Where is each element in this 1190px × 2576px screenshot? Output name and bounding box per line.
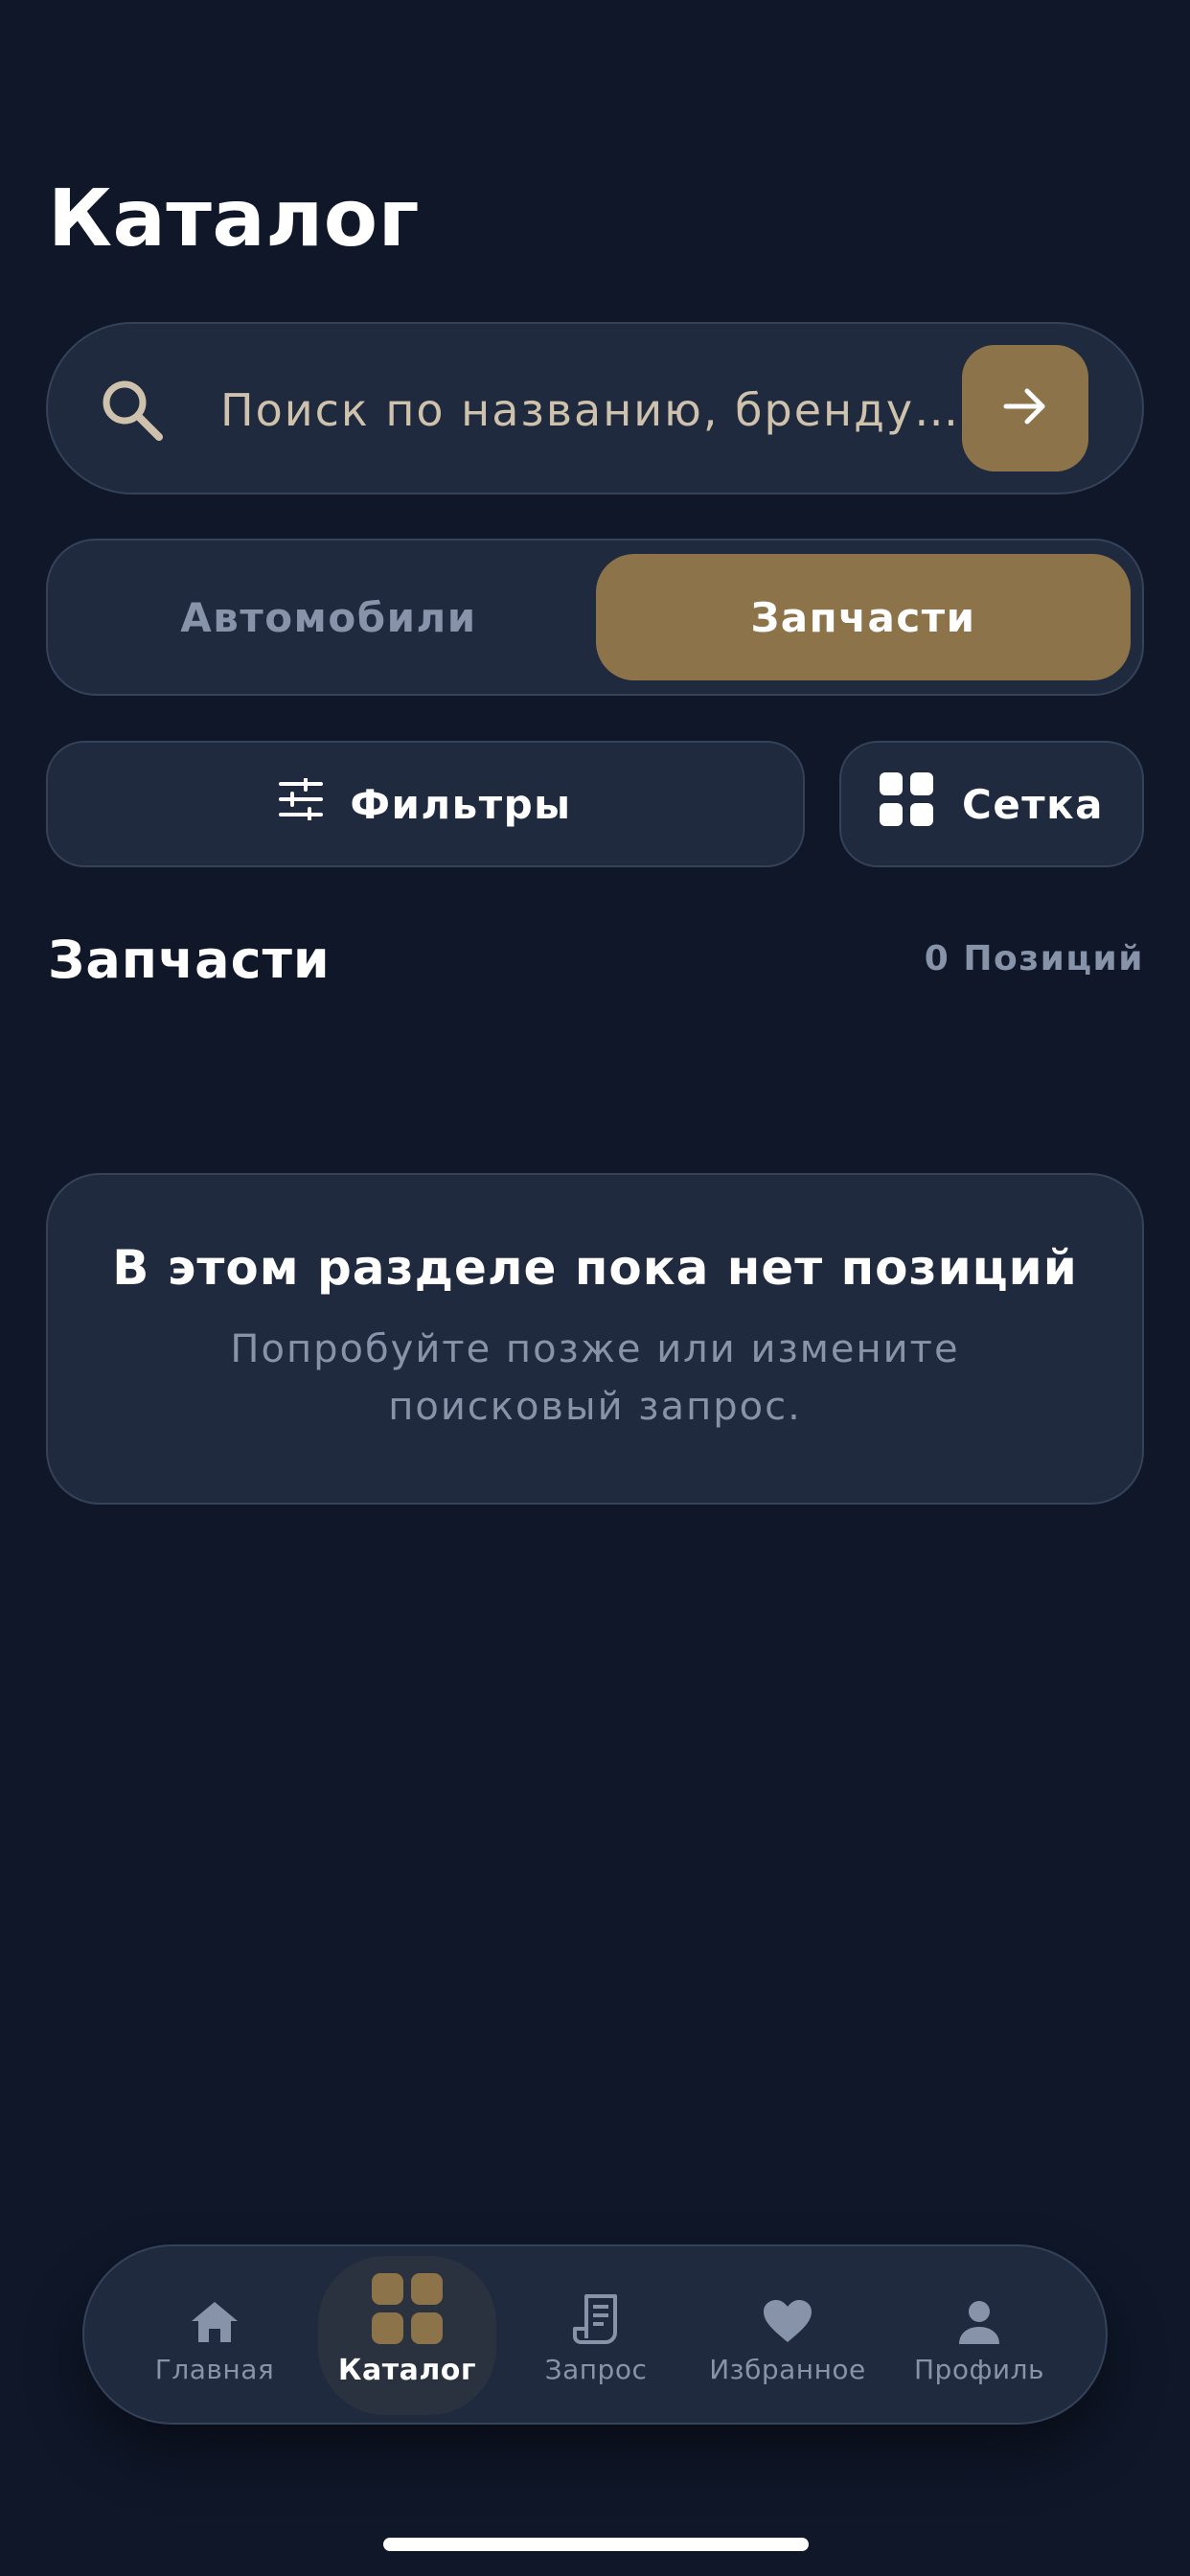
search-submit-button[interactable] [962, 345, 1088, 472]
tab-home-label: Главная [154, 2353, 275, 2385]
tab-profile-label: Профиль [914, 2353, 1044, 2385]
search-input[interactable] [220, 362, 987, 458]
home-icon [190, 2285, 240, 2344]
page-title: Каталог [48, 173, 420, 264]
tab-catalog-label: Каталог [337, 2353, 477, 2387]
tab-favorites-label: Избранное [709, 2353, 866, 2385]
empty-state-text: Попробуйте позже или измените поисковый … [230, 1327, 960, 1429]
category-segmented-control: Автомобили Запчасти [46, 539, 1144, 696]
receipt-icon [573, 2285, 619, 2344]
catalog-screen: Каталог Автомобили Запчасти [0, 0, 1190, 2576]
section-title: Запчасти [48, 930, 331, 990]
grid-view-button[interactable]: Сетка [839, 741, 1144, 867]
heart-icon [762, 2285, 813, 2344]
items-count: 0 Позиций [924, 939, 1144, 978]
tab-profile[interactable]: Профиль [883, 2246, 1075, 2423]
empty-state-card: В этом разделе пока нет позиций Попробуй… [46, 1173, 1144, 1505]
tab-request-label: Запрос [544, 2353, 648, 2385]
tab-catalog[interactable]: Каталог [318, 2256, 496, 2415]
segment-cars[interactable]: Автомобили [61, 554, 596, 680]
tab-request[interactable]: Запрос [500, 2246, 692, 2423]
filters-label: Фильтры [350, 780, 572, 828]
arrow-right-icon [998, 380, 1052, 437]
search-icon [98, 376, 167, 445]
empty-state-title: В этом разделе пока нет позиций [112, 1240, 1078, 1296]
search-bar [46, 322, 1144, 494]
sliders-icon [279, 776, 324, 830]
grid-view-label: Сетка [962, 780, 1104, 828]
segment-parts[interactable]: Запчасти [596, 554, 1131, 680]
filters-button[interactable]: Фильтры [46, 741, 805, 867]
bottom-tab-bar: Главная Каталог Запрос Избранное Профиль [82, 2244, 1108, 2425]
grid-icon [880, 772, 933, 836]
catalog-grid-icon [372, 2272, 443, 2344]
home-indicator [383, 2538, 809, 2551]
tab-favorites[interactable]: Избранное [692, 2246, 883, 2423]
user-icon [957, 2285, 1001, 2344]
tab-home[interactable]: Главная [119, 2246, 310, 2423]
